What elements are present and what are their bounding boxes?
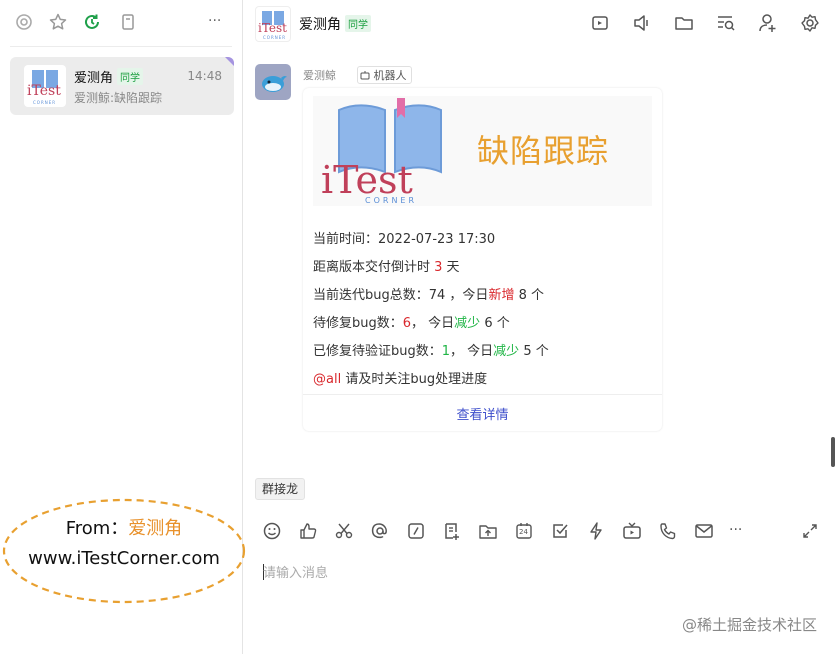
conversation-title: 爱测角 — [74, 71, 114, 86]
unread-corner-marker — [225, 57, 234, 66]
sidebar-toolbar: ··· — [14, 12, 228, 34]
logo-subtext: CORNER — [263, 35, 287, 40]
time-label: 当前时间： — [313, 232, 379, 247]
stamp-prefix: From： — [65, 518, 129, 539]
total-mid: ，今日 — [445, 288, 489, 303]
message-card: 缺陷跟踪 iTest CORNER 当前时间：2022-07-23 17:30 … — [303, 88, 662, 431]
banner-title: 缺陷跟踪 — [477, 132, 610, 170]
pending-mid: ， 今日 — [411, 316, 455, 331]
more-icon[interactable]: ··· — [208, 12, 230, 34]
at-all-text: 请及时关注bug处理进度 — [341, 372, 488, 387]
total-bugs-line: 当前迭代bug总数：74 ，今日新增 8 个 — [313, 284, 544, 303]
whale-icon — [262, 76, 287, 92]
phone-icon[interactable] — [657, 520, 679, 542]
verify-bugs-line: 已修复待验证bug数：1， 今日减少 5 个 — [313, 340, 549, 359]
sidebar: ··· iTest CORNER 爱测角 同学 14:48 爱测鲸:缺陷跟踪 Fr… — [0, 0, 246, 654]
thumb-up-icon[interactable] — [297, 520, 319, 542]
logo-subtext: CORNER — [33, 100, 57, 105]
robot-icon — [360, 70, 370, 80]
composer-toolbar: 24 ··· — [261, 520, 821, 542]
add-user-icon[interactable] — [757, 12, 779, 34]
folder-icon[interactable] — [673, 12, 695, 34]
bookmark-icon[interactable] — [118, 12, 140, 34]
conversation-preview: 爱测鲸:缺陷跟踪 — [74, 91, 163, 105]
pending-dec-value: 6 个 — [480, 316, 510, 331]
time-value: 2022-07-23 17:30 — [378, 232, 496, 247]
slash-command-icon[interactable] — [405, 520, 427, 542]
star-icon[interactable] — [48, 12, 70, 34]
classmate-tag: 同学 — [117, 68, 144, 85]
message-input[interactable]: 请输入消息 — [263, 562, 823, 584]
search-list-icon[interactable] — [715, 12, 737, 34]
robot-badge: 机器人 — [357, 66, 412, 84]
total-new-value: 8 个 — [514, 288, 544, 303]
lightning-icon[interactable] — [585, 520, 607, 542]
countdown-suffix: 天 — [442, 260, 460, 275]
classmate-tag: 同学 — [345, 15, 371, 32]
refresh-icon[interactable] — [82, 12, 104, 34]
banner-brand-sub: CORNER — [365, 196, 418, 205]
card-banner: 缺陷跟踪 iTest CORNER — [313, 96, 652, 206]
emoji-icon[interactable] — [261, 520, 283, 542]
conversation-avatar: iTest CORNER — [24, 65, 66, 107]
verify-mid: ， 今日 — [450, 344, 494, 359]
conversation-time: 14:48 — [187, 69, 222, 83]
robot-label: 机器人 — [373, 69, 407, 82]
conversation-name: 爱测角 同学 — [74, 67, 144, 86]
expand-icon[interactable] — [801, 522, 819, 540]
header-toolbar — [589, 12, 829, 34]
scrollbar-thumb[interactable] — [831, 437, 835, 467]
countdown-line: 距离版本交付倒计时 3 天 — [313, 256, 460, 275]
verify-dec-value: 5 个 — [519, 344, 549, 359]
settings-icon[interactable] — [799, 12, 821, 34]
scissors-icon[interactable] — [333, 520, 355, 542]
card-divider — [303, 394, 662, 395]
more-icon[interactable]: ··· — [729, 520, 751, 542]
screen-share-icon[interactable] — [589, 12, 611, 34]
group-relay-chip[interactable]: 群接龙 — [255, 478, 306, 500]
message-sender: 爱测鲸 — [303, 69, 336, 82]
header-avatar: iTest CORNER — [255, 6, 291, 42]
add-doc-icon[interactable] — [441, 520, 463, 542]
chat-title-row: 爱测角 同学 — [299, 14, 371, 34]
conversation-item[interactable]: iTest CORNER 爱测角 同学 14:48 爱测鲸:缺陷跟踪 — [10, 57, 234, 115]
stamp-from-line: From：爱测角 — [2, 514, 246, 540]
at-all-line: @all 请及时关注bug处理进度 — [313, 368, 487, 387]
calendar-icon[interactable]: 24 — [513, 520, 535, 542]
at-all-label: @all — [313, 372, 342, 387]
verify-prefix: 已修复待验证bug数： — [313, 344, 442, 359]
speaker-icon[interactable] — [631, 12, 653, 34]
view-details-link[interactable]: 查看详情 — [303, 404, 662, 423]
countdown-prefix: 距离版本交付倒计时 — [313, 260, 435, 275]
logo-text: iTest — [258, 21, 287, 35]
checkbox-icon[interactable] — [549, 520, 571, 542]
platform-watermark: @稀土掘金技术社区 — [681, 616, 817, 634]
total-value: 74 — [428, 288, 446, 303]
chat-title: 爱测角 — [299, 17, 341, 33]
current-time-line: 当前时间：2022-07-23 17:30 — [313, 228, 495, 247]
total-new-label: 新增 — [488, 288, 515, 303]
live-tv-icon[interactable] — [621, 520, 643, 542]
chat-panel: iTest CORNER 爱测角 同学 爱测鲸 机器人 缺陷跟踪 iTest C… — [243, 0, 837, 654]
pending-prefix: 待修复bug数： — [313, 316, 403, 331]
total-prefix: 当前迭代bug总数： — [313, 288, 429, 303]
verify-value: 1 — [441, 344, 451, 359]
watermark-stamp: From：爱测角 www.iTestCorner.com — [2, 498, 246, 604]
pending-value: 6 — [402, 316, 412, 331]
pending-dec-label: 减少 — [454, 316, 481, 331]
bot-avatar[interactable] — [255, 64, 291, 100]
at-icon[interactable] — [369, 520, 391, 542]
stamp-url: www.iTestCorner.com — [28, 548, 220, 569]
sidebar-divider — [10, 46, 232, 47]
calendar-date: 24 — [519, 528, 528, 536]
upload-icon[interactable] — [477, 520, 499, 542]
mail-icon[interactable] — [693, 520, 715, 542]
at-icon[interactable] — [14, 12, 36, 34]
verify-dec-label: 减少 — [493, 344, 520, 359]
pending-bugs-line: 待修复bug数：6， 今日减少 6 个 — [313, 312, 510, 331]
logo-text: iTest — [27, 83, 61, 99]
stamp-name: 爱测角 — [128, 518, 183, 539]
